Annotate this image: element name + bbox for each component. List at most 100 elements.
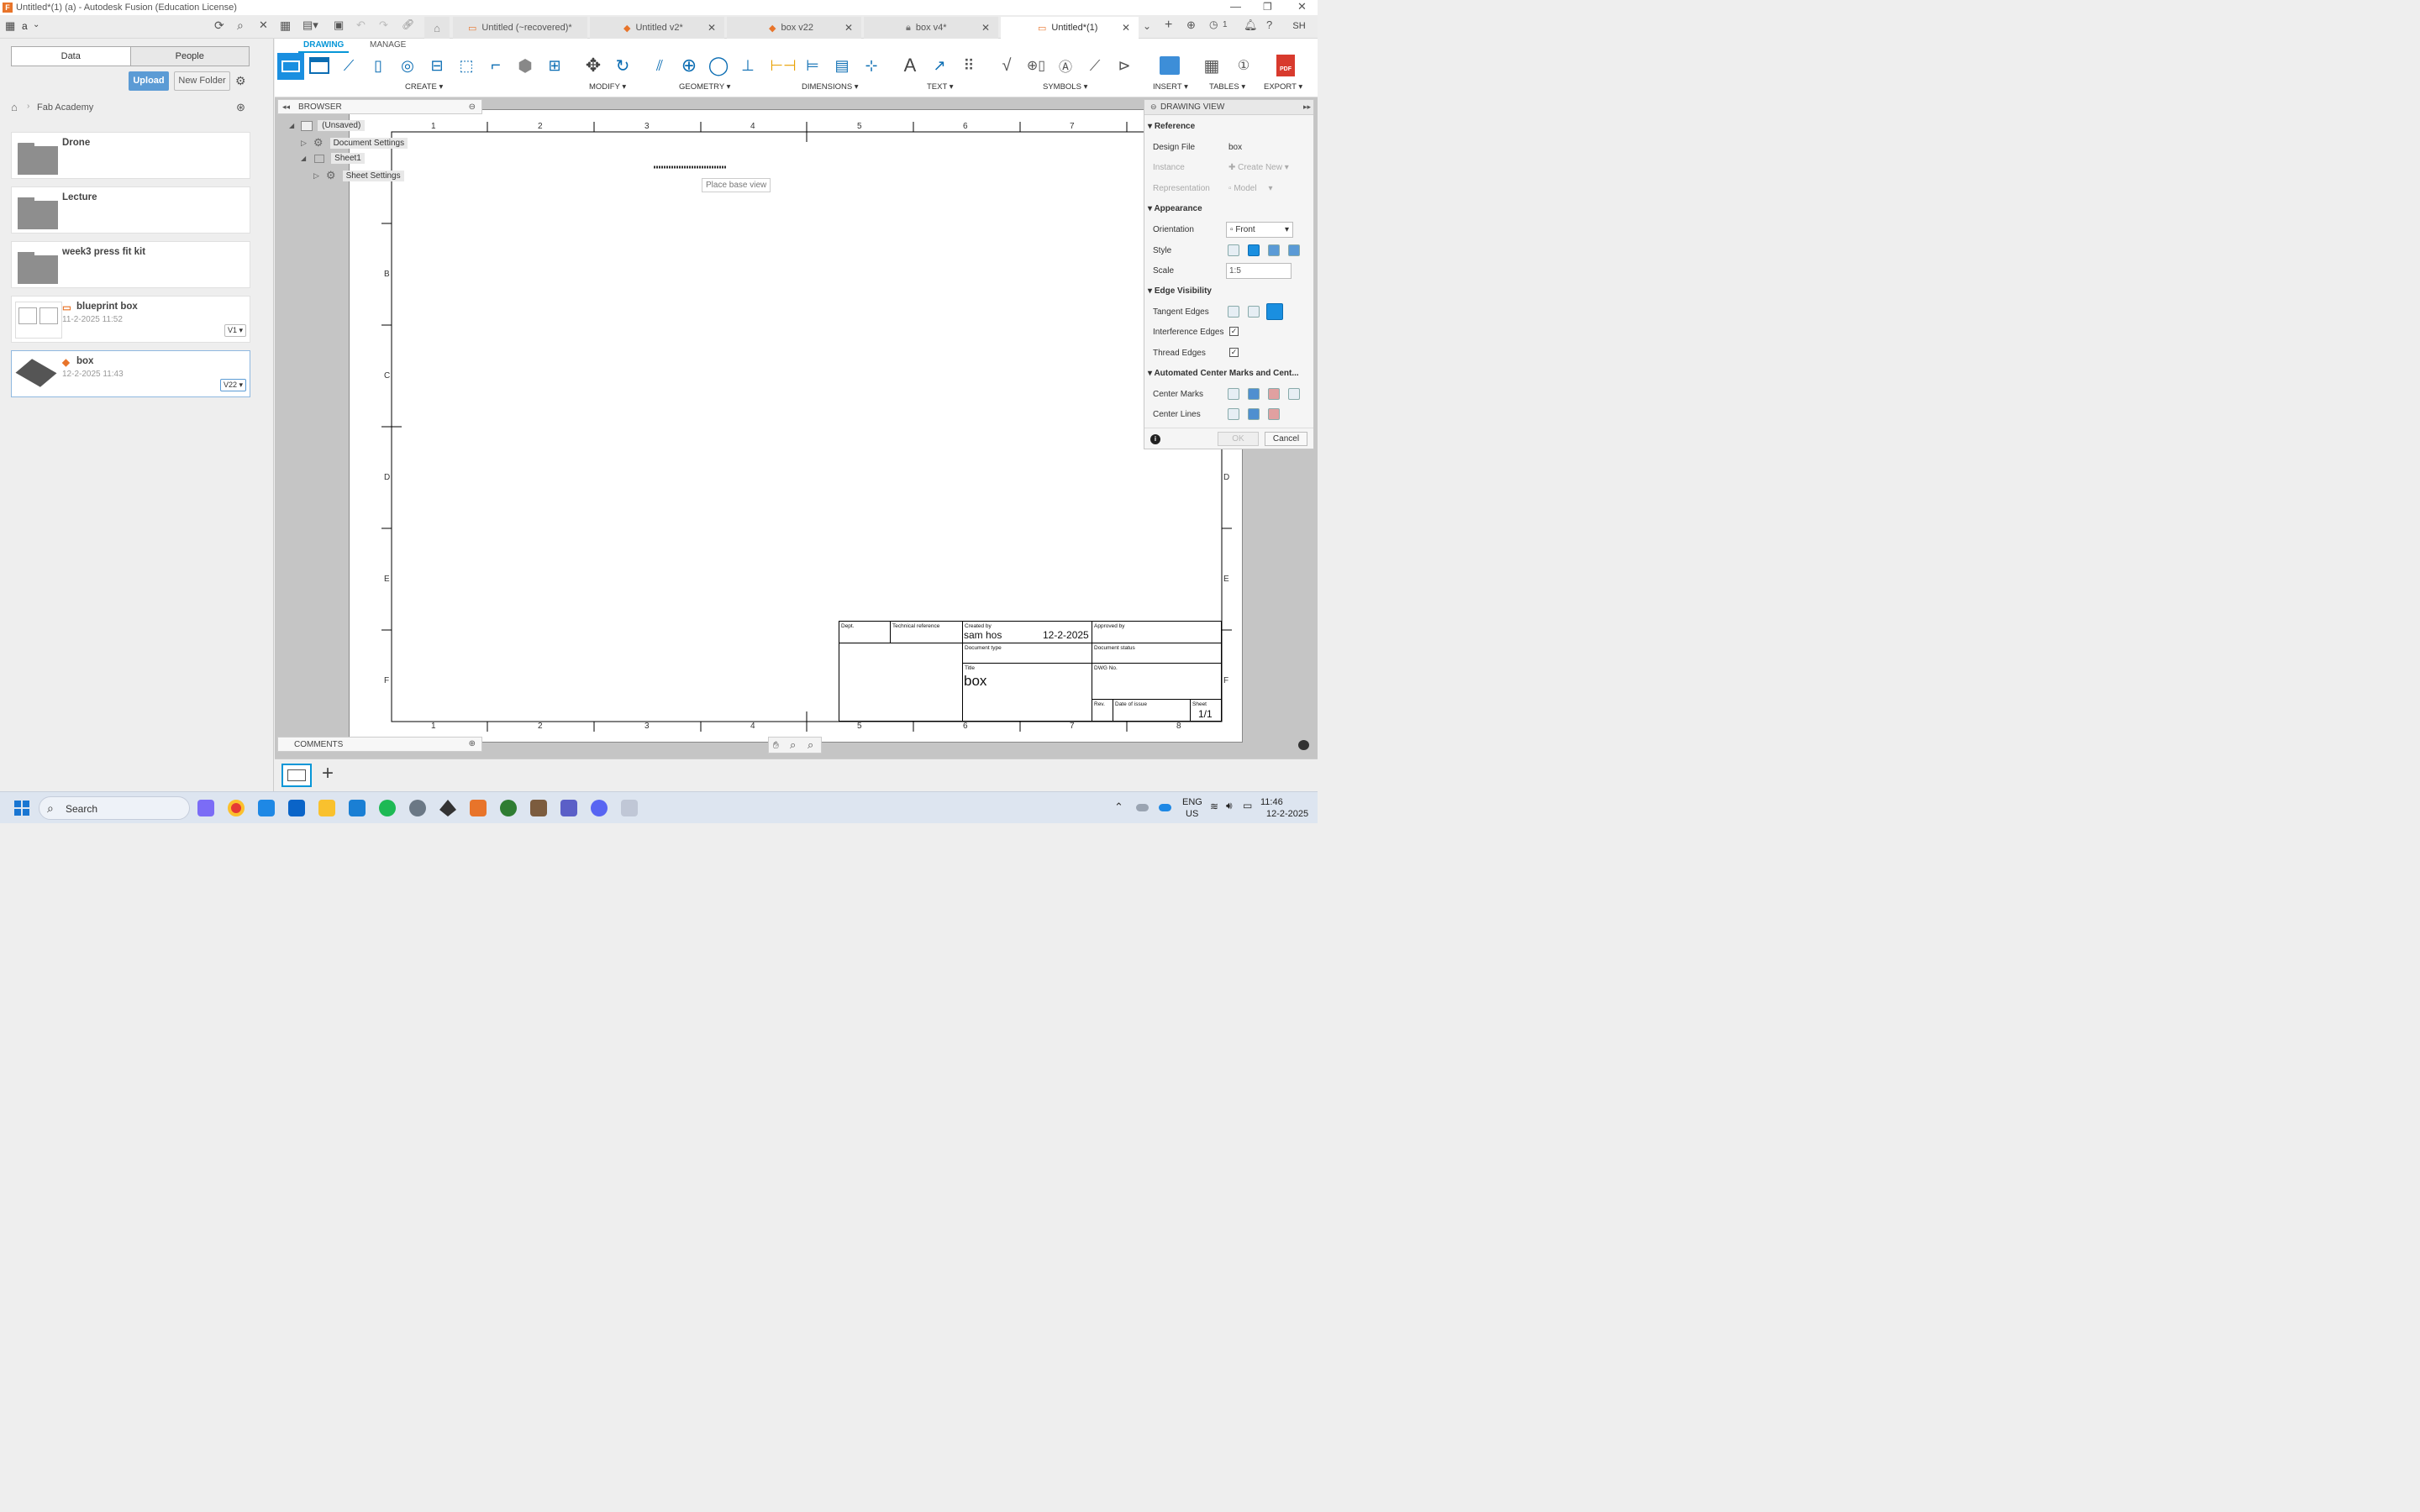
notifications-icon[interactable]: 🔔︎	[1244, 18, 1258, 32]
tab-data[interactable]: Data	[12, 47, 131, 66]
minimize-icon[interactable]: —	[1230, 0, 1241, 13]
close-tab-icon[interactable]: ✕	[844, 22, 853, 34]
battery-icon[interactable]: ▭	[1243, 800, 1252, 811]
list-item[interactable]: ▭ blueprint box 11-2-2025 11:52 V1 ▾	[11, 296, 250, 343]
spotify-icon[interactable]	[379, 800, 396, 816]
save-icon[interactable]: ▣	[334, 18, 344, 32]
onedrive-icon[interactable]	[1159, 804, 1171, 811]
redo-icon[interactable]: ↷	[379, 18, 388, 32]
pan-icon[interactable]: ✋︎	[773, 739, 779, 752]
modify-menu[interactable]: MODIFY ▾	[589, 82, 626, 92]
close-window-icon[interactable]: ✕	[1297, 0, 1307, 13]
center-lines-holes-icon[interactable]	[1228, 408, 1239, 420]
tree-sheet1[interactable]: ◢ Sheet1	[301, 153, 365, 164]
section-center-marks[interactable]: ▾ Automated Center Marks and Cent...	[1148, 369, 1299, 378]
move-button[interactable]: ✥	[581, 53, 606, 78]
comments-add-icon[interactable]: ⊕	[469, 739, 476, 748]
search-icon[interactable]: ⌕	[237, 18, 244, 33]
close-tab-icon[interactable]: ✕	[1122, 22, 1130, 34]
table-button[interactable]: ▦	[1199, 53, 1224, 78]
chevron-up-icon[interactable]: ⌃	[1114, 801, 1123, 814]
section-edge-visibility[interactable]: ▾ Edge Visibility	[1148, 286, 1212, 296]
center-marks-holes-icon[interactable]	[1228, 388, 1239, 400]
comments-panel-header[interactable]: COMMENTS ⊕	[277, 737, 482, 752]
browser-panel-header[interactable]: ◂◂ BROWSER ⊖	[277, 99, 482, 114]
center-mark-pattern-button[interactable]: ◯	[706, 53, 731, 78]
job-status-icon[interactable]: ◷	[1209, 18, 1218, 30]
sheet-thumbnail-tab[interactable]	[281, 764, 312, 787]
discord-icon[interactable]	[591, 800, 608, 816]
style-visible-edges-icon[interactable]	[1228, 244, 1239, 256]
cloud-icon[interactable]	[1136, 804, 1149, 811]
text-button[interactable]: A	[897, 53, 923, 78]
center-lines-cuts-icon[interactable]	[1268, 408, 1280, 420]
dimensions-menu[interactable]: DIMENSIONS ▾	[802, 82, 859, 92]
language-indicator[interactable]: ENG	[1182, 797, 1202, 807]
copilot-icon[interactable]	[197, 800, 214, 816]
tab-box-v22[interactable]: ◆ box v22 ✕	[727, 17, 861, 39]
center-lines-fillets-icon[interactable]	[1248, 408, 1260, 420]
ordinate-dimension-button[interactable]: ⊨	[800, 53, 825, 78]
avatar[interactable]: SH	[1290, 18, 1308, 34]
scale-input[interactable]: 1:5	[1226, 263, 1292, 279]
section-appearance[interactable]: ▾ Appearance	[1148, 204, 1202, 213]
vscode-icon[interactable]	[349, 800, 366, 816]
new-folder-button[interactable]: New Folder	[174, 71, 230, 91]
sketch-view-button[interactable]: ⊟	[424, 53, 450, 78]
leader-button[interactable]: ↗	[927, 53, 952, 78]
3d-view-button[interactable]: ⬢	[513, 53, 538, 78]
instance-select[interactable]: ✚ Create New ▾	[1228, 163, 1289, 172]
collapse-left-icon[interactable]: ◂◂	[282, 102, 290, 112]
close-tab-icon[interactable]: ✕	[708, 22, 716, 34]
list-item[interactable]: Drone	[11, 132, 250, 179]
symbols-menu[interactable]: SYMBOLS ▾	[1043, 82, 1087, 92]
extensions-icon[interactable]: ⊕	[1186, 18, 1196, 32]
expand-icon[interactable]: ◢	[301, 155, 306, 162]
tables-menu[interactable]: TABLES ▾	[1209, 82, 1245, 92]
expand-icon[interactable]: ▷	[301, 139, 307, 148]
export-menu[interactable]: EXPORT ▾	[1264, 82, 1302, 92]
cancel-button[interactable]: Cancel	[1265, 432, 1307, 446]
taper-symbol-button[interactable]: ⊳	[1112, 53, 1137, 78]
tab-box-v4[interactable]: 🔒︎ box v4* ✕	[864, 17, 998, 39]
geometry-menu[interactable]: GEOMETRY ▾	[679, 82, 730, 92]
crop-view-button[interactable]: ⌐	[483, 53, 508, 78]
tree-document-settings[interactable]: ▷ ⚙ Document Settings	[301, 136, 408, 150]
add-sheet-icon[interactable]: +	[322, 762, 334, 785]
style-shaded-hidden-icon[interactable]	[1288, 244, 1300, 256]
weld-symbol-button[interactable]: ⟋	[1082, 53, 1107, 78]
note-button[interactable]: ⠿	[956, 53, 981, 78]
center-marks-cuts-icon[interactable]	[1268, 388, 1280, 400]
fusion-taskbar-icon[interactable]	[470, 800, 487, 816]
dialog-minimize-icon[interactable]: ⊖	[1150, 102, 1157, 112]
feature-control-frame-button[interactable]: ⊕▯	[1023, 53, 1049, 78]
globe-settings-icon[interactable]: ⊛	[236, 101, 245, 114]
view-boundary-button[interactable]: ⬚	[454, 53, 479, 78]
wifi-icon[interactable]: ≋	[1210, 801, 1218, 812]
insert-image-button[interactable]	[1157, 53, 1182, 78]
upload-button[interactable]: Upload	[129, 71, 169, 91]
help-icon[interactable]: ?	[1266, 18, 1272, 31]
zoom-icon[interactable]: ⌕	[790, 738, 796, 752]
version-badge[interactable]: V22 ▾	[219, 379, 246, 391]
tab-untitled-1[interactable]: ▭ Untitled*(1) ✕	[1001, 17, 1139, 39]
datum-button[interactable]: Ⓐ	[1053, 53, 1078, 78]
tab-people[interactable]: People	[130, 47, 249, 66]
tab-overflow-icon[interactable]: ⌄	[1143, 20, 1151, 32]
zoom-window-icon[interactable]: ⌕	[808, 738, 813, 752]
new-tab-icon[interactable]: +	[1165, 18, 1172, 33]
browser-minimize-icon[interactable]: ⊖	[469, 102, 476, 112]
cricut-icon[interactable]	[500, 800, 517, 816]
base-view-button[interactable]	[277, 53, 304, 80]
expand-dialog-icon[interactable]: ▸▸	[1303, 102, 1311, 112]
sketch-button[interactable]: ⊞	[542, 53, 567, 78]
tab-untitled-v2[interactable]: ◆ Untitled v2* ✕	[590, 17, 724, 39]
clock-date[interactable]: 12-2-2025	[1266, 809, 1308, 819]
version-badge[interactable]: V1 ▾	[224, 324, 246, 337]
section-view-button[interactable]: ⟋	[336, 53, 361, 78]
break-view-button[interactable]: ◎	[395, 53, 420, 78]
gear-icon[interactable]: ⚙	[235, 74, 246, 88]
home-icon[interactable]: ⌂	[11, 101, 18, 113]
tab-manage[interactable]: MANAGE	[370, 40, 406, 50]
file-explorer-icon[interactable]	[318, 800, 335, 816]
